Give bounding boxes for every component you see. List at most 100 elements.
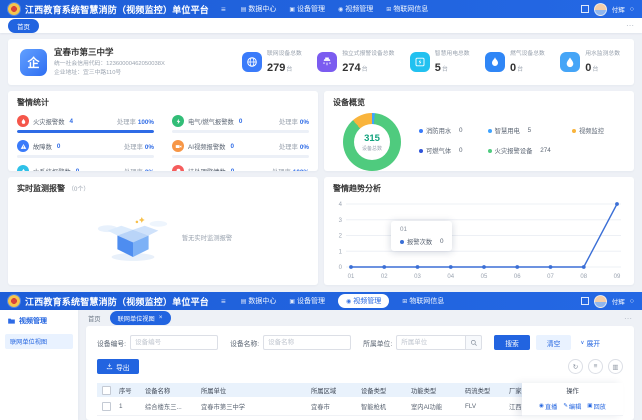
fire-icon — [17, 115, 29, 127]
svg-text:07: 07 — [547, 274, 554, 280]
legend-dot — [488, 129, 492, 133]
ai-camera-icon — [172, 140, 184, 152]
tooltip-title: 01 — [400, 226, 443, 233]
refresh-icon[interactable]: ↻ — [568, 359, 583, 374]
tab-options-icon[interactable]: ⋯ — [624, 314, 632, 323]
svg-text:06: 06 — [514, 274, 521, 280]
legend-value: 0 — [459, 147, 463, 154]
action-playback[interactable]: ▣回放 — [587, 402, 606, 411]
avatar[interactable] — [594, 295, 607, 308]
menu-collapse-icon[interactable]: ≡ — [221, 5, 226, 14]
unit-input[interactable] — [396, 335, 466, 350]
column-settings-icon[interactable]: ▥ — [608, 359, 623, 374]
expand-link[interactable]: ∨展开 — [580, 338, 600, 348]
cell-device-type: 智能枪机 — [361, 402, 411, 411]
stat-unit: 台 — [362, 67, 368, 73]
alarm-count: 0 — [231, 168, 235, 172]
nav-label: 设备管理 — [297, 4, 325, 14]
progress-track — [172, 130, 309, 133]
density-icon[interactable]: ≡ — [588, 359, 603, 374]
video-management-screenshot: 江西教育系统智慧消防（视频监控）单位平台 ≡ ▤数据中心 ▣设备管理 ◉视频管理… — [0, 292, 642, 420]
legend-label: 可燃气体 — [426, 146, 451, 155]
col-region: 所属区域 — [311, 386, 361, 395]
search-button[interactable]: 搜索 — [494, 335, 530, 350]
export-button[interactable]: 导出 — [97, 359, 139, 374]
video-mgmt-icon: ◉ — [346, 298, 351, 305]
device-overview-panel: 设备概览 315 设备总数 消防用水 0 智慧用电 5 视频监 — [324, 91, 634, 171]
alarm-label: 待处理警情数 — [188, 167, 226, 172]
alarm-label: 火灾报警数 — [33, 117, 64, 126]
row-checkbox[interactable] — [102, 402, 111, 411]
stat-label: 独立式报警设备总数 — [342, 48, 394, 57]
alarm-grid: 火灾报警数4 处理率100% 电气/燃气报警数0 处理率0% — [17, 115, 309, 171]
legend-dot — [419, 129, 423, 133]
username[interactable]: 付辉 — [612, 296, 625, 306]
svg-text:03: 03 — [414, 274, 421, 280]
legend-label: 消防用水 — [426, 126, 451, 135]
alarm-rate: 处理率0% — [279, 142, 309, 151]
globe-icon — [242, 52, 262, 72]
action-edit[interactable]: ✎编辑 — [563, 402, 581, 411]
device-list-card: 设备编号: 设备名称: 所属单位: 搜索 清空 ∨展 — [86, 326, 634, 420]
alarm-item-electric-gas: 电气/燃气报警数0 处理率0% — [172, 115, 309, 133]
electric-icon — [172, 115, 184, 127]
tooltip-label: 报警次数 — [407, 237, 432, 246]
alarm-rate: 处理率100% — [117, 117, 154, 126]
export-label: 导出 — [116, 362, 130, 372]
nav-iot-info[interactable]: ⊞物联网信息 — [386, 4, 428, 14]
nav-device-mgmt[interactable]: ▣设备管理 — [289, 296, 325, 306]
fullscreen-icon[interactable] — [581, 5, 589, 13]
breadcrumb-bar: 首页 ⋯ — [0, 18, 642, 33]
fullscreen-icon[interactable] — [581, 297, 589, 305]
sidebar-item-networked-units[interactable]: 联网单位视图 — [5, 334, 73, 349]
data-center-icon: ▤ — [241, 6, 247, 13]
select-all-checkbox[interactable] — [102, 386, 111, 395]
stat-number: 0 — [510, 62, 516, 74]
nav-iot-info[interactable]: ⊞物联网信息 — [402, 296, 444, 306]
rate-label: 处理率 — [272, 169, 291, 172]
video-main-area: 首页 联网单位视图 × ⋯ 设备编号: 设备名称: 所属单位: — [78, 310, 642, 420]
alarm-label: 电气/燃气报警数 — [188, 117, 234, 126]
clear-button[interactable]: 清空 — [536, 335, 572, 350]
rate-value: 0% — [145, 144, 154, 151]
svg-text:02: 02 — [381, 274, 388, 280]
tab-options-icon[interactable]: ⋯ — [626, 21, 634, 30]
alarm-item-fault: 故障数0 处理率0% — [17, 140, 154, 158]
alarm-rate: 处理率0% — [279, 117, 309, 126]
avatar[interactable] — [594, 3, 607, 16]
stat-value: 0台 — [510, 58, 545, 76]
stat-standalone-alarm-devices: 独立式报警设备总数 274台 — [317, 48, 394, 76]
nav-data-center[interactable]: ▤数据中心 — [241, 4, 277, 14]
edit-icon: ✎ — [563, 403, 568, 409]
fault-warning-icon — [17, 140, 29, 152]
stat-value: 5台 — [435, 58, 470, 76]
menu-collapse-icon[interactable]: ≡ — [221, 297, 226, 306]
nav-label: 视频管理 — [345, 4, 373, 14]
device-no-input[interactable] — [130, 335, 218, 350]
tab-networked-units[interactable]: 联网单位视图 × — [110, 311, 171, 325]
sprinkler-icon — [317, 52, 337, 72]
action-live[interactable]: ◉直播 — [539, 402, 557, 411]
nav-data-center[interactable]: ▤数据中心 — [241, 296, 277, 306]
realtime-count: （0个） — [68, 187, 89, 193]
video-mgmt-icon: ◉ — [338, 6, 343, 13]
legend-dot — [419, 149, 423, 153]
realtime-monitor-panel: 实时监测报警（0个） — [8, 177, 318, 285]
logout-icon[interactable]: ○ — [630, 298, 634, 305]
logout-icon[interactable]: ○ — [630, 6, 634, 13]
nav-device-mgmt[interactable]: ▣设备管理 — [289, 4, 325, 14]
nav-video-mgmt[interactable]: ◉视频管理 — [338, 4, 373, 14]
username[interactable]: 付辉 — [612, 4, 625, 14]
sidebar-title[interactable]: 视频管理 — [0, 316, 78, 326]
device-name-input[interactable] — [263, 335, 351, 350]
stat-value: 274台 — [342, 58, 394, 76]
unit-search-button[interactable] — [466, 335, 482, 350]
alarm-count: 0 — [230, 143, 234, 150]
water-drop-icon — [560, 52, 580, 72]
tab-home[interactable]: 首页 — [88, 314, 101, 323]
nav-video-mgmt[interactable]: ◉视频管理 — [338, 294, 389, 308]
svg-text:1: 1 — [339, 249, 343, 255]
breadcrumb-home-tab[interactable]: 首页 — [8, 19, 39, 33]
svg-text:3: 3 — [339, 218, 343, 224]
close-icon[interactable]: × — [159, 315, 163, 322]
